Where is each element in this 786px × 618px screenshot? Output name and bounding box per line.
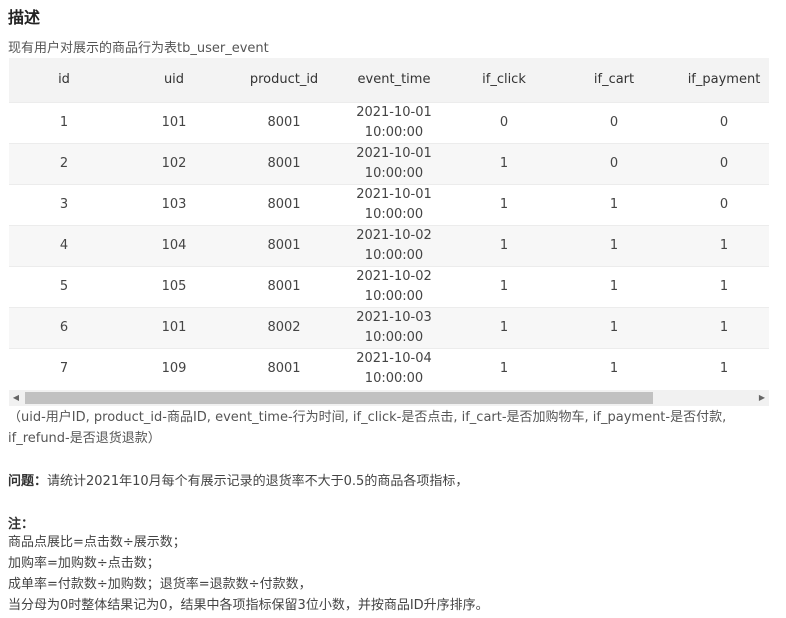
event-date: 2021-10-02	[356, 227, 432, 243]
cell-if-payment: 1	[669, 265, 769, 307]
column-header: uid	[163, 72, 185, 88]
intro-text: 现有用户对展示的商品行为表tb_user_event	[8, 41, 269, 56]
cell-id: 2	[9, 142, 119, 184]
column-header: event_time	[357, 72, 431, 88]
column-header: if_click	[482, 72, 526, 88]
cell-if-click: 1	[449, 265, 559, 307]
question-label: 问题：	[8, 474, 48, 489]
cell-if-cart: 1	[559, 265, 669, 307]
cell-uid: 104	[119, 224, 229, 266]
table-row: 6 101 8002 2021-10-03 10:00:00 1 1 1	[9, 306, 769, 348]
cell-id: 7	[9, 347, 119, 389]
cell-if-payment: 1	[669, 224, 769, 266]
scrollbar-thumb[interactable]	[25, 392, 653, 404]
column-header: if_payment	[687, 72, 761, 88]
notes-line: 商品点展比=点击数÷展示数；	[8, 535, 186, 550]
event-date: 2021-10-04	[356, 350, 432, 366]
table-container: id uid product_id event_time if_click if_cart…	[9, 58, 769, 406]
field-description-line: if_refund-是否退货退款）	[8, 431, 161, 446]
event-date: 2021-10-01	[356, 145, 432, 161]
cell-product-id: 8001	[229, 101, 339, 143]
cell-if-click: 1	[449, 142, 559, 184]
cell-if-cart: 1	[559, 347, 669, 389]
cell-if-cart: 1	[559, 306, 669, 348]
cell-product-id: 8001	[229, 265, 339, 307]
cell-event-time: 2021-10-03 10:00:00	[339, 306, 449, 348]
cell-if-cart: 0	[559, 142, 669, 184]
cell-if-payment: 1	[669, 306, 769, 348]
table-row: 1 101 8001 2021-10-01 10:00:00 0 0 0	[9, 101, 769, 143]
cell-id: 1	[9, 101, 119, 143]
cell-id: 6	[9, 306, 119, 348]
table-row: 5 105 8001 2021-10-02 10:00:00 1 1 1	[9, 265, 769, 307]
event-clock-time: 10:00:00	[364, 288, 424, 304]
notes-title: 注：	[8, 517, 35, 532]
cell-if-click: 1	[449, 224, 559, 266]
field-description: （uid-用户ID, product_id-商品ID, event_time-行…	[8, 407, 768, 449]
cell-event-time: 2021-10-01 10:00:00	[339, 183, 449, 225]
table-header-row: id uid product_id event_time if_click if_cart…	[9, 58, 769, 102]
notes-line: 成单率=付款数÷加购数；退货率=退款数÷付款数，	[8, 577, 312, 592]
cell-uid: 102	[119, 142, 229, 184]
column-header: if_cart	[593, 72, 635, 88]
event-clock-time: 10:00:00	[364, 247, 424, 263]
event-clock-time: 10:00:00	[364, 370, 424, 386]
question: 问题：请统计2021年10月每个有展示记录的退货率不大于0.5的商品各项指标，	[8, 470, 468, 489]
event-clock-time: 10:00:00	[364, 206, 424, 222]
cell-if-cart: 1	[559, 224, 669, 266]
cell-id: 4	[9, 224, 119, 266]
column-header: id	[58, 72, 70, 88]
event-date: 2021-10-01	[356, 186, 432, 202]
event-clock-time: 10:00:00	[364, 165, 424, 181]
event-table: id uid product_id event_time if_click if_cart…	[9, 58, 769, 389]
cell-product-id: 8001	[229, 224, 339, 266]
cell-event-time: 2021-10-02 10:00:00	[339, 265, 449, 307]
horizontal-scrollbar[interactable]: ◀ ▶	[9, 390, 769, 406]
cell-uid: 109	[119, 347, 229, 389]
notes-list: 商品点展比=点击数÷展示数； 加购率=加购数÷点击数； 成单率=付款数÷加购数；…	[8, 532, 489, 616]
event-date: 2021-10-03	[356, 309, 432, 325]
event-date: 2021-10-01	[356, 104, 432, 120]
cell-event-time: 2021-10-01 10:00:00	[339, 142, 449, 184]
notes-line: 加购率=加购数÷点击数；	[8, 556, 160, 571]
cell-uid: 105	[119, 265, 229, 307]
table-row: 2 102 8001 2021-10-01 10:00:00 1 0 0	[9, 142, 769, 184]
section-title: 描述	[8, 8, 41, 27]
field-description-line: （uid-用户ID, product_id-商品ID, event_time-行…	[8, 410, 727, 425]
table-row: 7 109 8001 2021-10-04 10:00:00 1 1 1	[9, 347, 769, 389]
table-body: 1 101 8001 2021-10-01 10:00:00 0 0 0 2 102 8001 202…	[9, 101, 769, 389]
question-text: 请统计2021年10月每个有展示记录的退货率不大于0.5的商品各项指标，	[47, 474, 469, 489]
event-clock-time: 10:00:00	[364, 329, 424, 345]
cell-product-id: 8001	[229, 183, 339, 225]
cell-uid: 103	[119, 183, 229, 225]
event-date: 2021-10-02	[356, 268, 432, 284]
cell-event-time: 2021-10-02 10:00:00	[339, 224, 449, 266]
cell-if-click: 1	[449, 183, 559, 225]
cell-product-id: 8001	[229, 347, 339, 389]
cell-id: 5	[9, 265, 119, 307]
cell-event-time: 2021-10-04 10:00:00	[339, 347, 449, 389]
notes-line: 当分母为0时整体结果记为0，结果中各项指标保留3位小数，并按商品ID升序排序。	[8, 598, 489, 613]
column-header: product_id	[249, 72, 319, 88]
cell-id: 3	[9, 183, 119, 225]
scroll-right-arrow-icon[interactable]: ▶	[757, 393, 767, 403]
cell-if-click: 1	[449, 306, 559, 348]
table-row: 3 103 8001 2021-10-01 10:00:00 1 1 0	[9, 183, 769, 225]
cell-uid: 101	[119, 101, 229, 143]
cell-if-payment: 0	[669, 101, 769, 143]
cell-if-payment: 1	[669, 347, 769, 389]
cell-if-click: 1	[449, 347, 559, 389]
table-row: 4 104 8001 2021-10-02 10:00:00 1 1 1	[9, 224, 769, 266]
cell-if-click: 0	[449, 101, 559, 143]
cell-uid: 101	[119, 306, 229, 348]
cell-event-time: 2021-10-01 10:00:00	[339, 101, 449, 143]
cell-if-payment: 0	[669, 142, 769, 184]
cell-if-cart: 0	[559, 101, 669, 143]
cell-if-cart: 1	[559, 183, 669, 225]
cell-if-payment: 0	[669, 183, 769, 225]
cell-product-id: 8001	[229, 142, 339, 184]
scroll-left-arrow-icon[interactable]: ◀	[11, 393, 21, 403]
event-clock-time: 10:00:00	[364, 124, 424, 140]
cell-product-id: 8002	[229, 306, 339, 348]
